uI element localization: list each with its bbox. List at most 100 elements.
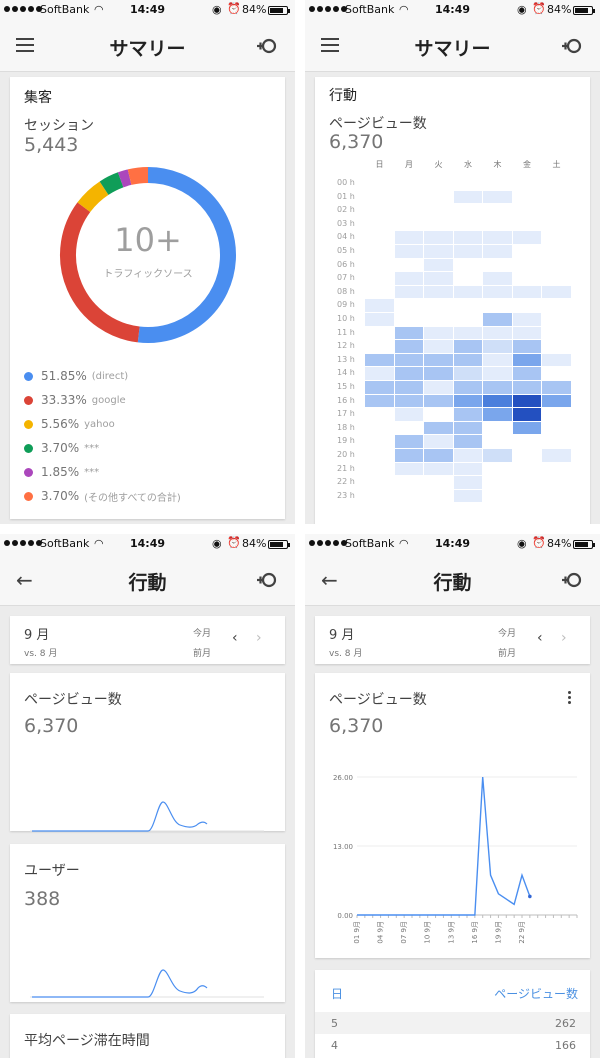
acquisition-card[interactable]: 集客 セッション 5,443 10+ トラフィックソース 51.85% (dire… — [10, 77, 285, 519]
heatmap-cell[interactable] — [394, 435, 423, 448]
heatmap-cell[interactable] — [542, 449, 571, 462]
heatmap-cell[interactable] — [453, 408, 482, 421]
heatmap-cell[interactable] — [453, 245, 482, 258]
heatmap-cell[interactable] — [453, 394, 482, 408]
heatmap-cell[interactable] — [483, 394, 512, 408]
heatmap-cell[interactable] — [424, 231, 453, 244]
heatmap-cell[interactable] — [453, 326, 482, 340]
period-selector[interactable]: 9 月 vs. 8 月 今月 前月 ‹ › — [10, 616, 285, 664]
heatmap-cell[interactable] — [424, 381, 453, 394]
heatmap-cell[interactable] — [365, 381, 394, 394]
heatmap-cell[interactable] — [365, 313, 394, 326]
heatmap-cell[interactable] — [424, 449, 453, 462]
heatmap-cell[interactable] — [453, 435, 482, 448]
heatmap-cell[interactable] — [483, 272, 512, 285]
heatmap-cell[interactable] — [394, 408, 423, 421]
heatmap-cell[interactable] — [394, 231, 423, 244]
heatmap-cell[interactable] — [424, 462, 453, 476]
add-widget-icon[interactable] — [560, 34, 584, 58]
heatmap-cell[interactable] — [394, 245, 423, 258]
more-options-icon[interactable] — [568, 691, 572, 706]
heatmap-cell[interactable] — [424, 326, 453, 340]
heatmap-cell[interactable] — [542, 353, 571, 367]
heatmap-cell[interactable] — [453, 489, 482, 503]
heatmap-cell[interactable] — [483, 381, 512, 394]
heatmap-cell[interactable] — [394, 462, 423, 476]
heatmap-cell[interactable] — [483, 313, 512, 326]
heatmap-cell[interactable] — [512, 421, 541, 435]
heatmap-cell[interactable] — [394, 381, 423, 394]
heatmap-cell[interactable] — [483, 245, 512, 258]
heatmap-cell[interactable] — [424, 367, 453, 380]
heatmap-cell[interactable] — [365, 367, 394, 380]
heatmap-cell[interactable] — [483, 367, 512, 380]
period-selector[interactable]: 9 月 vs. 8 月 今月 前月 ‹ › — [315, 616, 590, 664]
heatmap-cell[interactable] — [453, 340, 482, 353]
heatmap-cell[interactable] — [542, 285, 571, 299]
heatmap-cell[interactable] — [512, 367, 541, 380]
heatmap-cell[interactable] — [483, 285, 512, 299]
avg-time-card[interactable]: 平均ページ滞在時間 — [10, 1014, 285, 1058]
next-period-button[interactable]: › — [561, 630, 567, 646]
heatmap-cell[interactable] — [453, 190, 482, 204]
heatmap-cell[interactable] — [453, 367, 482, 380]
heatmap-cell[interactable] — [453, 231, 482, 244]
heatmap-cell[interactable] — [512, 408, 541, 421]
heatmap-cell[interactable] — [483, 340, 512, 353]
heatmap-cell[interactable] — [453, 462, 482, 476]
heatmap-cell[interactable] — [483, 408, 512, 421]
heatmap-cell[interactable] — [365, 299, 394, 312]
heatmap-cell[interactable] — [394, 394, 423, 408]
heatmap-cell[interactable] — [483, 326, 512, 340]
heatmap-cell[interactable] — [512, 326, 541, 340]
heatmap-cell[interactable] — [424, 340, 453, 353]
pageviews-chart-card[interactable]: ページビュー数 6,370 0.00 13.00 26.00 01 9月 04 9月 07… — [315, 673, 590, 958]
table-row[interactable]: 4 166 — [315, 1034, 590, 1056]
heatmap-cell[interactable] — [512, 231, 541, 244]
heatmap-cell[interactable] — [453, 353, 482, 367]
heatmap-cell[interactable] — [542, 381, 571, 394]
heatmap-cell[interactable] — [424, 285, 453, 299]
heatmap-cell[interactable] — [542, 394, 571, 408]
add-widget-icon[interactable] — [560, 568, 584, 592]
heatmap-cell[interactable] — [394, 353, 423, 367]
heatmap-cell[interactable] — [424, 435, 453, 448]
heatmap-cell[interactable] — [394, 367, 423, 380]
heatmap-cell[interactable] — [483, 190, 512, 204]
prev-period-button[interactable]: ‹ — [232, 630, 238, 646]
heatmap-cell[interactable] — [394, 272, 423, 285]
heatmap-cell[interactable] — [453, 421, 482, 435]
heatmap-cell[interactable] — [483, 231, 512, 244]
heatmap-cell[interactable] — [483, 449, 512, 462]
heatmap-cell[interactable] — [424, 272, 453, 285]
heatmap-cell[interactable] — [424, 394, 453, 408]
table-header-pageviews[interactable]: ページビュー数 — [494, 985, 578, 1002]
behavior-card[interactable]: 行動 ページビュー数 6,370 日月火水木金土 00 h 01 h 02 h 03 h… — [315, 77, 590, 524]
heatmap-cell[interactable] — [424, 421, 453, 435]
heatmap-cell[interactable] — [424, 245, 453, 258]
heatmap-cell[interactable] — [394, 340, 423, 353]
heatmap-cell[interactable] — [453, 285, 482, 299]
users-card[interactable]: ユーザー 388 — [10, 844, 285, 1002]
heatmap-cell[interactable] — [512, 353, 541, 367]
heatmap-cell[interactable] — [512, 313, 541, 326]
heatmap-cell[interactable] — [453, 476, 482, 489]
heatmap-cell[interactable] — [394, 326, 423, 340]
heatmap-cell[interactable] — [453, 449, 482, 462]
heatmap-cell[interactable] — [512, 381, 541, 394]
heatmap-cell[interactable] — [394, 285, 423, 299]
heatmap-cell[interactable] — [483, 353, 512, 367]
heatmap-cell[interactable] — [424, 258, 453, 272]
heatmap-cell[interactable] — [394, 449, 423, 462]
heatmap-cell[interactable] — [424, 353, 453, 367]
heatmap-cell[interactable] — [453, 381, 482, 394]
table-row[interactable]: 5 262 — [315, 1012, 590, 1034]
prev-period-button[interactable]: ‹ — [537, 630, 543, 646]
heatmap-cell[interactable] — [512, 285, 541, 299]
heatmap-cell[interactable] — [512, 340, 541, 353]
add-widget-icon[interactable] — [255, 34, 279, 58]
heatmap-cell[interactable] — [365, 353, 394, 367]
pageviews-card[interactable]: ページビュー数 6,370 — [10, 673, 285, 832]
add-widget-icon[interactable] — [255, 568, 279, 592]
heatmap-cell[interactable] — [365, 394, 394, 408]
